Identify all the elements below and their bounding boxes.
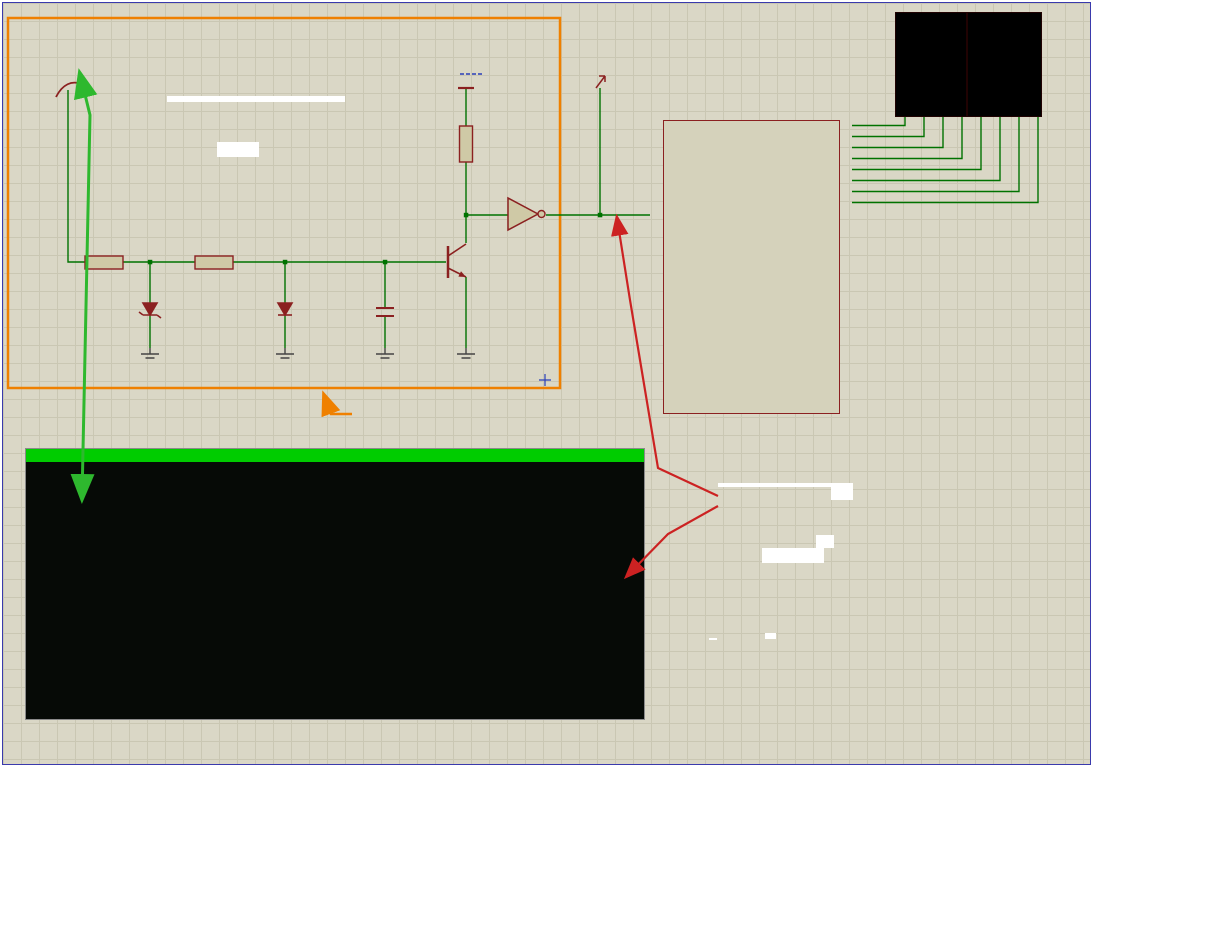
- segment-b: [945, 27, 954, 59]
- wire[interactable]: [852, 116, 925, 138]
- resistor-body[interactable]: [194, 255, 234, 270]
- graph-canvas: [26, 462, 644, 719]
- segment-g: [910, 59, 944, 68]
- resistor-body[interactable]: [84, 255, 124, 270]
- ground-symbols[interactable]: [141, 348, 475, 359]
- ground-icon[interactable]: [457, 348, 475, 359]
- label-background: [762, 548, 824, 563]
- junction: [597, 212, 603, 218]
- resistor-body[interactable]: [458, 125, 474, 163]
- seven-segment-glyph: [968, 13, 1041, 116]
- can-full-text[interactable]: [765, 633, 776, 639]
- segment-d: [984, 95, 1018, 104]
- green-annotation-note[interactable]: [167, 96, 345, 102]
- ground-icon[interactable]: [276, 348, 294, 359]
- voltage-probe-output-icon[interactable]: [595, 75, 606, 89]
- capacitor-c1[interactable]: [376, 307, 394, 317]
- segment-dp: [1031, 99, 1037, 105]
- wire[interactable]: [852, 116, 963, 160]
- origin-marker-icon: [539, 374, 551, 386]
- resistor-r3[interactable]: [458, 125, 474, 163]
- proteus-schematic-screen: [0, 0, 1218, 929]
- diode-d2[interactable]: [276, 302, 294, 317]
- label-background: [831, 483, 853, 500]
- resistor-r1[interactable]: [84, 255, 124, 270]
- diode-triangle[interactable]: [141, 302, 159, 317]
- segment-f: [908, 27, 917, 59]
- voltage-probe-input-icon[interactable]: [55, 81, 84, 98]
- wire[interactable]: [67, 90, 85, 263]
- can-boundary-box[interactable]: [6, 16, 562, 390]
- analogue-analysis-graph[interactable]: [25, 448, 645, 720]
- diode-triangle[interactable]: [276, 302, 294, 317]
- label-background: [816, 535, 834, 548]
- ground-icon[interactable]: [141, 348, 159, 359]
- junction: [382, 259, 388, 265]
- graph-plot-area: [26, 462, 644, 719]
- junction: [147, 259, 153, 265]
- seven-segment-display-1[interactable]: [895, 12, 967, 117]
- inverter-bubble: [537, 209, 546, 219]
- seven-segment-glyph: [896, 13, 966, 116]
- segment-b: [1019, 27, 1028, 59]
- seven-segment-display-2[interactable]: [967, 12, 1042, 117]
- segment-c: [1019, 68, 1028, 100]
- segment-dp: [957, 99, 963, 105]
- u2-pic16f877a-chip[interactable]: [663, 120, 840, 414]
- diode-d1-zener[interactable]: [138, 302, 162, 319]
- segment-g: [984, 59, 1018, 68]
- wire[interactable]: [852, 116, 944, 149]
- resistor-r2[interactable]: [194, 255, 234, 270]
- label-background: [217, 142, 259, 157]
- wire[interactable]: [852, 116, 906, 127]
- inverter-triangle[interactable]: [507, 196, 540, 232]
- segment-c: [945, 68, 954, 100]
- transistor-q1[interactable]: [446, 243, 467, 278]
- can-label-bottom[interactable]: [709, 638, 717, 640]
- red-annotation-note[interactable]: [718, 483, 833, 487]
- inverter-u1a[interactable]: [507, 196, 546, 232]
- transistor-collector: [447, 243, 467, 257]
- wire[interactable]: [852, 116, 1039, 204]
- segment-f: [982, 27, 991, 59]
- can-box-outline[interactable]: [6, 16, 562, 390]
- junction: [463, 212, 469, 218]
- ground-icon[interactable]: [376, 348, 394, 359]
- junction: [282, 259, 288, 265]
- graph-title: [26, 449, 644, 462]
- wires[interactable]: [67, 88, 1039, 348]
- segment-d: [910, 95, 944, 104]
